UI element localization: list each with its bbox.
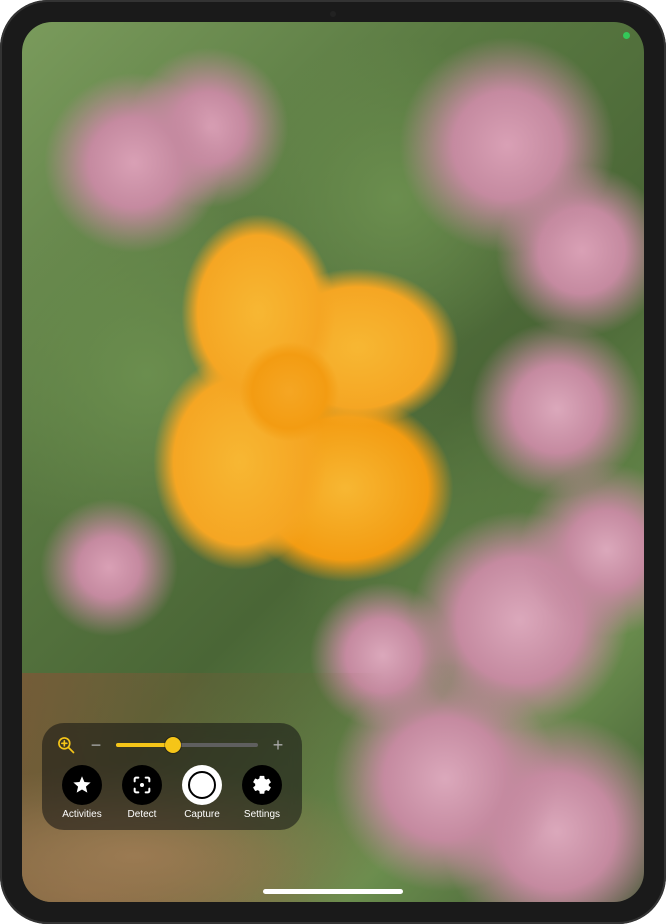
magnifier-plus-icon <box>56 735 76 755</box>
home-indicator[interactable] <box>263 889 403 894</box>
zoom-out-icon[interactable]: − <box>86 735 106 755</box>
gear-icon <box>251 774 273 796</box>
control-button-row: Activities Detect <box>56 765 288 820</box>
front-camera-dot <box>330 11 336 17</box>
zoom-slider[interactable] <box>116 735 258 755</box>
zoom-slider-thumb[interactable] <box>165 737 181 753</box>
ipad-frame: − + Activities <box>0 0 666 924</box>
activities-button[interactable]: Activities <box>56 765 108 820</box>
settings-button[interactable]: Settings <box>236 765 288 820</box>
capture-button[interactable]: Capture <box>176 765 228 820</box>
zoom-row: − + <box>56 735 288 755</box>
capture-label: Capture <box>184 809 220 820</box>
shutter-icon <box>182 765 222 805</box>
activities-label: Activities <box>62 809 101 820</box>
detect-label: Detect <box>128 809 157 820</box>
star-filled-icon <box>71 774 93 796</box>
camera-in-use-indicator <box>623 32 630 39</box>
zoom-in-icon[interactable]: + <box>268 735 288 755</box>
status-bar <box>22 22 644 46</box>
screen: − + Activities <box>22 22 644 902</box>
magnifier-control-panel: − + Activities <box>42 723 302 830</box>
detect-button[interactable]: Detect <box>116 765 168 820</box>
viewfinder-icon <box>131 774 153 796</box>
settings-label: Settings <box>244 809 280 820</box>
